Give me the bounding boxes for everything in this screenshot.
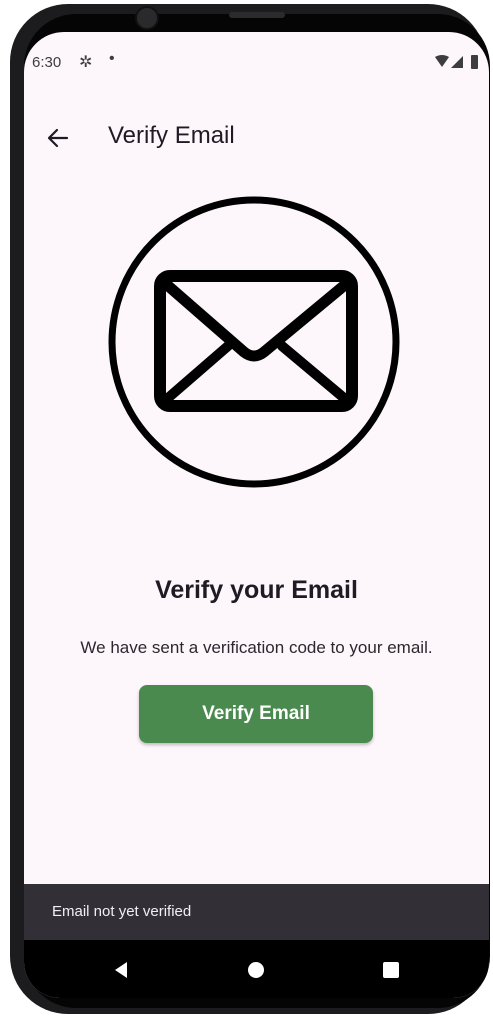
nav-back-icon[interactable] [110, 959, 132, 981]
status-icons [435, 55, 478, 69]
settings-gear-icon: ✲ [79, 54, 93, 71]
system-nav-bar [24, 940, 489, 998]
arrow-back-icon [47, 128, 69, 148]
signal-icon [451, 56, 463, 68]
headline: Verify your Email [155, 576, 358, 604]
page-title: Verify Email [108, 122, 235, 149]
verify-email-button[interactable]: Verify Email [139, 685, 373, 743]
status-time: 6:30 [32, 54, 62, 71]
wifi-icon [435, 55, 449, 67]
snackbar: Email not yet verified [24, 884, 489, 940]
status-bar: 6:30 ✲ • [24, 32, 489, 90]
nav-home-icon[interactable] [245, 959, 267, 981]
battery-icon [471, 55, 478, 69]
back-button[interactable] [38, 118, 78, 158]
snackbar-message: Email not yet verified [52, 903, 192, 920]
screen: 6:30 ✲ • Verify Email Verify your Email … [24, 32, 489, 998]
app-bar: Verify Email [24, 112, 489, 168]
notification-dot-icon: • [109, 50, 115, 67]
front-camera [135, 6, 159, 30]
earpiece-speaker [229, 12, 285, 18]
nav-recents-icon[interactable] [380, 959, 402, 981]
body-text: We have sent a verification code to your… [80, 638, 433, 657]
mail-envelope-in-circle-icon [108, 196, 400, 488]
